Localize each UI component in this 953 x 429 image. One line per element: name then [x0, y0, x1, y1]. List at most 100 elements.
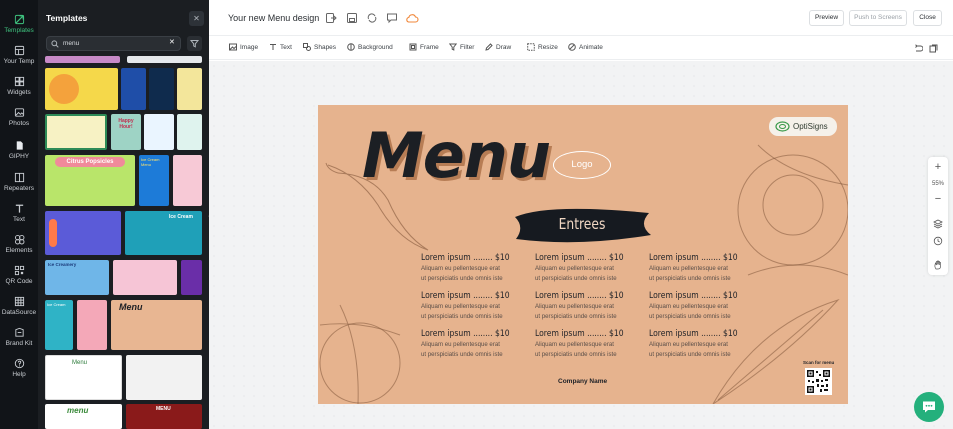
shapes-icon	[303, 43, 311, 51]
template-thumb[interactable]: Happy Hour!	[111, 114, 141, 150]
comment-icon[interactable]	[386, 12, 398, 24]
chat-support-button[interactable]	[914, 392, 944, 422]
tool-filter-label: Filter	[460, 43, 475, 51]
template-thumb[interactable]	[127, 56, 202, 63]
tool-resize[interactable]: Resize	[527, 43, 558, 51]
copy-icon[interactable]	[929, 44, 938, 53]
company-name[interactable]: Company Name	[558, 378, 607, 385]
tool-shapes[interactable]: Shapes	[303, 43, 336, 51]
template-thumb[interactable]: Ice Cream	[45, 300, 73, 350]
tool-animate[interactable]: Animate	[568, 43, 603, 51]
document-title[interactable]: Your new Menu design	[228, 13, 319, 23]
menu-design-artboard[interactable]: Menu Logo OptiSigns Entrees Lorem ipsum …	[318, 105, 848, 404]
logo-placeholder[interactable]: Logo	[553, 151, 611, 179]
rail-label-elements: Elements	[5, 247, 33, 254]
tool-frame-label: Frame	[420, 43, 439, 51]
filter-button[interactable]	[187, 36, 202, 51]
rail-item-your-templates[interactable]: Your Temp	[0, 45, 38, 65]
rail-label-your-templates: Your Temp	[3, 58, 35, 65]
push-to-screens-button[interactable]: Push to Screens	[849, 10, 907, 26]
menu-item[interactable]: Lorem ipsum ........ $10 Aliquam eu pelle…	[421, 291, 526, 320]
panel-close-button[interactable]: ✕	[189, 11, 204, 26]
save-icon[interactable]	[346, 12, 358, 24]
rail-item-widgets[interactable]: Widgets	[0, 76, 38, 96]
scan-label[interactable]: Scan for menu	[803, 360, 834, 365]
sync-icon[interactable]	[366, 12, 378, 24]
template-thumb[interactable]: Ice Cream Menu	[139, 155, 169, 206]
cloud-icon[interactable]	[405, 12, 419, 24]
template-thumb[interactable]: Menu	[45, 355, 122, 400]
template-thumb[interactable]	[45, 211, 121, 255]
menu-item-desc: ut perspiciatis unde omnis iste	[421, 312, 503, 320]
zoom-in-button[interactable]: +	[928, 161, 948, 173]
template-thumb[interactable]	[45, 68, 118, 110]
template-thumb[interactable]	[77, 300, 107, 350]
template-thumb[interactable]	[177, 114, 202, 150]
menu-item[interactable]: Lorem ipsum ........ $10 Aliquam eu pelle…	[535, 253, 640, 282]
giphy-icon	[16, 141, 23, 150]
template-thumb[interactable]	[45, 56, 120, 63]
tool-draw-label: Draw	[496, 43, 512, 51]
layers-icon[interactable]	[933, 219, 943, 229]
template-thumb[interactable]: menu	[45, 404, 122, 429]
template-thumb[interactable]: Ice Cream	[125, 211, 202, 255]
close-button[interactable]: Close	[913, 10, 942, 26]
rail-item-repeaters[interactable]: Repeaters	[0, 172, 38, 192]
editor-toolbar: Image Text Shapes Background Frame Filte…	[209, 37, 953, 60]
rail-item-giphy[interactable]: GIPHY	[0, 140, 38, 160]
rail-item-photos[interactable]: Photos	[0, 107, 38, 127]
rail-item-help[interactable]: Help	[0, 358, 38, 378]
tool-text[interactable]: Text	[269, 43, 292, 51]
menu-item[interactable]: Lorem ipsum ........ $10 Aliquam eu pelle…	[649, 291, 754, 320]
optisigns-badge[interactable]: OptiSigns	[769, 117, 837, 136]
menu-item[interactable]: Lorem ipsum ........ $10 Aliquam eu pelle…	[535, 291, 640, 320]
elements-icon	[14, 235, 24, 245]
tool-frame[interactable]: Frame	[409, 43, 439, 51]
section-banner[interactable]: Entrees	[515, 206, 649, 242]
undo-icon[interactable]	[914, 44, 923, 53]
preview-button[interactable]: Preview	[809, 10, 844, 26]
hand-icon[interactable]	[933, 260, 943, 270]
clear-search-icon[interactable]: ✕	[169, 38, 175, 46]
template-thumb[interactable]	[113, 260, 177, 295]
template-thumb[interactable]	[121, 68, 146, 110]
rail-item-qr-code[interactable]: QR Code	[0, 265, 38, 285]
qr-code[interactable]	[805, 368, 832, 395]
tool-filter[interactable]: Filter	[449, 43, 474, 51]
thumb-label: Menu	[119, 302, 143, 312]
template-thumb[interactable]	[126, 355, 202, 400]
menu-item[interactable]: Lorem ipsum ........ $10 Aliquam eu pelle…	[421, 329, 526, 358]
menu-item[interactable]: Lorem ipsum ........ $10 Aliquam eu pelle…	[649, 253, 754, 282]
template-thumb[interactable]	[177, 68, 202, 110]
rail-item-datasource[interactable]: DataSource	[0, 296, 38, 316]
history-icon[interactable]	[933, 236, 943, 246]
tool-background[interactable]: Background	[347, 43, 393, 51]
menu-item-desc: Aliquam eu pellentesque erat	[421, 265, 500, 272]
brand-name: OptiSigns	[793, 122, 828, 131]
template-thumb[interactable]	[181, 260, 202, 295]
template-thumb[interactable]	[149, 68, 174, 110]
menu-item[interactable]: Lorem ipsum ........ $10 Aliquam eu pelle…	[535, 329, 640, 358]
rail-label-photos: Photos	[8, 120, 30, 127]
template-thumb[interactable]	[45, 114, 107, 150]
export-icon[interactable]	[325, 12, 337, 24]
zoom-out-button[interactable]: −	[928, 193, 948, 205]
menu-heading[interactable]: Menu	[362, 119, 551, 192]
template-thumb[interactable]	[173, 155, 202, 206]
rail-item-templates[interactable]: Templates	[0, 14, 38, 34]
chat-icon	[923, 401, 935, 413]
thumb-label: Citrus Popsicles	[55, 157, 125, 167]
menu-item[interactable]: Lorem ipsum ........ $10 Aliquam eu pelle…	[649, 329, 754, 358]
template-thumb[interactable]: Menu	[111, 300, 202, 350]
template-thumb[interactable]	[144, 114, 174, 150]
rail-item-brand-kit[interactable]: Brand Kit	[0, 327, 38, 347]
template-search-input[interactable]	[63, 38, 163, 49]
template-thumb[interactable]: MENU	[126, 404, 202, 429]
menu-item[interactable]: Lorem ipsum ........ $10 Aliquam eu pelle…	[421, 253, 526, 282]
rail-item-text[interactable]: Text	[0, 203, 38, 223]
template-thumb[interactable]: Ice Creamery	[45, 260, 109, 295]
template-thumb[interactable]: Citrus Popsicles	[45, 155, 135, 206]
tool-image[interactable]: Image	[229, 43, 258, 51]
tool-draw[interactable]: Draw	[485, 43, 511, 51]
rail-item-elements[interactable]: Elements	[0, 234, 38, 254]
